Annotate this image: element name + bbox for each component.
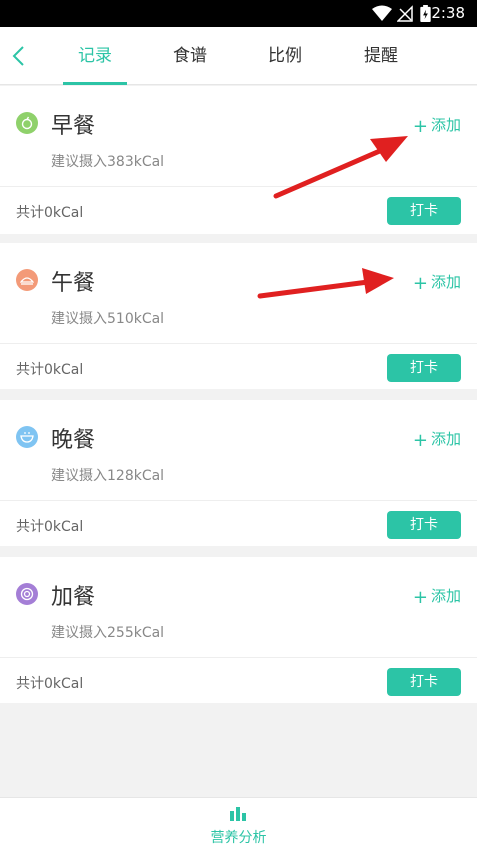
nutrition-analysis-label: 营养分析 [210, 830, 267, 846]
tab-label: 提醒 [364, 46, 398, 66]
meal-name: 加餐 [51, 585, 96, 610]
battery-charging-icon [420, 5, 431, 22]
plus-icon: + [412, 273, 428, 294]
active-tab-indicator [63, 82, 127, 85]
meal-name: 早餐 [51, 114, 96, 139]
status-time: 2:38 [431, 4, 465, 22]
add-label: 添加 [430, 430, 461, 448]
meal-total: 共计0kCal [16, 519, 84, 535]
punch-in-button[interactable]: 打卡 [387, 354, 461, 382]
meal-card-header: 晚餐 建议摄入128kCal + 添加 [0, 400, 477, 500]
meal-suggested-intake: 建议摄入510kCal [51, 311, 165, 327]
plus-icon: + [412, 430, 428, 451]
meal-total: 共计0kCal [16, 205, 84, 221]
tab-recipes[interactable]: 食谱 [150, 27, 230, 85]
meal-suggested-intake: 建议摄入383kCal [51, 154, 165, 170]
punch-in-button[interactable]: 打卡 [387, 511, 461, 539]
tab-ratio[interactable]: 比例 [245, 27, 325, 85]
add-food-button[interactable]: + 添加 [413, 585, 461, 608]
meal-total: 共计0kCal [16, 676, 84, 692]
meal-card-header: 加餐 建议摄入255kCal + 添加 [0, 557, 477, 657]
punch-in-button[interactable]: 打卡 [387, 197, 461, 225]
tab-record[interactable]: 记录 [55, 27, 135, 85]
meal-card-footer: 共计0kCal 打卡 [0, 500, 477, 548]
meal-total: 共计0kCal [16, 362, 84, 378]
meal-card-dinner: 晚餐 建议摄入128kCal + 添加 共计0kCal 打卡 [0, 400, 477, 546]
meal-card-breakfast: 早餐 建议摄入383kCal + 添加 共计0kCal 打卡 [0, 86, 477, 234]
meal-name: 晚餐 [51, 428, 96, 453]
tab-label: 比例 [268, 46, 302, 66]
add-food-button[interactable]: + 添加 [413, 114, 461, 137]
tab-label: 食谱 [173, 46, 207, 66]
plus-icon: + [412, 116, 428, 137]
meal-name: 午餐 [51, 271, 96, 296]
status-bar: 2:38 [0, 0, 477, 27]
add-label: 添加 [430, 273, 461, 291]
no-signal-icon [397, 5, 413, 22]
meal-card-footer: 共计0kCal 打卡 [0, 343, 477, 391]
add-label: 添加 [430, 116, 461, 134]
meal-card-snack: 加餐 建议摄入255kCal + 添加 共计0kCal 打卡 [0, 557, 477, 703]
meal-card-footer: 共计0kCal 打卡 [0, 186, 477, 234]
bar-chart-icon [230, 807, 246, 821]
tab-reminder[interactable]: 提醒 [341, 27, 421, 85]
meal-card-header: 午餐 建议摄入510kCal + 添加 [0, 243, 477, 343]
bowl-icon [16, 426, 38, 448]
tab-label: 记录 [78, 46, 112, 66]
donut-icon [16, 583, 38, 605]
meal-card-header: 早餐 建议摄入383kCal + 添加 [0, 86, 477, 186]
meal-suggested-intake: 建议摄入128kCal [51, 468, 165, 484]
meal-suggested-intake: 建议摄入255kCal [51, 625, 165, 641]
bottom-nav[interactable]: 营养分析 [0, 797, 477, 849]
add-food-button[interactable]: + 添加 [413, 271, 461, 294]
apple-icon [16, 112, 38, 134]
top-nav: 记录 食谱 比例 提醒 [0, 27, 477, 85]
wifi-icon [372, 5, 392, 21]
meal-card-footer: 共计0kCal 打卡 [0, 657, 477, 705]
dish-icon [16, 269, 38, 291]
chevron-left-icon[interactable] [8, 41, 32, 71]
plus-icon: + [412, 587, 428, 608]
punch-in-button[interactable]: 打卡 [387, 668, 461, 696]
add-label: 添加 [430, 587, 461, 605]
meal-card-lunch: 午餐 建议摄入510kCal + 添加 共计0kCal 打卡 [0, 243, 477, 389]
add-food-button[interactable]: + 添加 [413, 428, 461, 451]
